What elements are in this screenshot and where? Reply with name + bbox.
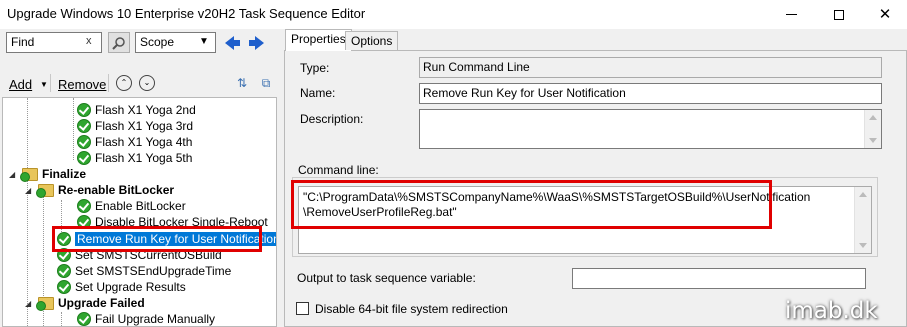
disable-redirection-label: Disable 64-bit file system redirection <box>315 302 508 316</box>
search-button[interactable] <box>108 32 130 53</box>
toolbar-divider <box>50 74 51 92</box>
watermark: imab.dk <box>785 298 878 324</box>
folder-icon <box>20 167 38 182</box>
scroll-down-icon <box>869 138 877 143</box>
move-up-button[interactable]: ⌃ <box>116 75 132 91</box>
tree-guide <box>73 98 74 160</box>
tab-properties[interactable]: Properties <box>285 29 352 51</box>
tree-group-re-enable-bitlocker[interactable]: ◢ Re-enable BitLocker <box>25 182 174 198</box>
toolbar-divider <box>108 74 109 92</box>
type-label: Type: <box>300 61 330 75</box>
check-icon <box>77 119 91 133</box>
chevron-down-icon: ⌄ <box>143 78 151 87</box>
tab-options[interactable]: Options <box>345 31 399 50</box>
remove-button[interactable]: Remove <box>58 77 106 92</box>
tree-item[interactable]: Flash X1 Yoga 5th <box>77 150 192 166</box>
collapse-icon[interactable]: ◢ <box>9 170 19 179</box>
highlight-box <box>52 226 262 252</box>
tree-item[interactable]: Flash X1 Yoga 4th <box>77 134 192 150</box>
arrow-right-icon <box>254 35 264 50</box>
minimize-icon <box>785 14 797 15</box>
tree-item[interactable]: Flash X1 Yoga 3rd <box>77 118 193 134</box>
check-icon <box>57 280 71 294</box>
sort-icon[interactable]: ⇅ <box>234 75 250 91</box>
minimize-button[interactable] <box>768 0 814 29</box>
output-variable-field[interactable] <box>572 268 866 289</box>
highlight-box <box>291 180 772 229</box>
next-match-button[interactable] <box>246 32 266 53</box>
check-icon <box>57 264 71 278</box>
chevron-down-icon: ▼ <box>40 80 48 89</box>
collapse-icon[interactable]: ◢ <box>25 186 35 195</box>
name-label: Name: <box>300 86 336 100</box>
check-icon <box>77 151 91 165</box>
output-variable-label: Output to task sequence variable: <box>297 271 476 285</box>
task-sequence-tree[interactable]: Flash X1 Yoga 2nd Flash X1 Yoga 3rd Flas… <box>2 97 277 327</box>
maximize-icon <box>834 9 844 20</box>
description-label: Description: <box>300 112 364 126</box>
tree-guide <box>27 98 28 326</box>
tree-item[interactable]: Set Upgrade Results <box>57 279 186 295</box>
disable-redirection-checkbox[interactable] <box>296 302 309 315</box>
scrollbar[interactable] <box>854 187 871 253</box>
scroll-down-icon <box>859 243 867 248</box>
group-icon[interactable]: ⧉ <box>258 75 274 91</box>
scrollbar[interactable] <box>864 110 881 148</box>
tree-group-finalize[interactable]: ◢ Finalize <box>9 166 86 182</box>
close-button[interactable]: ✕ <box>862 0 907 29</box>
check-icon <box>77 103 91 117</box>
close-icon: ✕ <box>878 6 892 23</box>
chevron-up-icon: ⌃ <box>120 78 128 87</box>
arrow-left-icon <box>224 35 234 50</box>
chevron-down-icon: ▼ <box>199 36 209 47</box>
window-title: Upgrade Windows 10 Enterprise v20H2 Task… <box>7 6 366 21</box>
tree-item[interactable]: Fail Upgrade Manually <box>77 311 215 326</box>
search-icon <box>112 36 125 50</box>
collapse-icon[interactable]: ◢ <box>25 299 35 308</box>
scroll-up-icon <box>869 115 877 120</box>
move-down-button[interactable]: ⌄ <box>139 75 155 91</box>
check-icon <box>77 199 91 213</box>
search-clear-button[interactable]: x <box>86 35 92 47</box>
command-line-label: Command line: <box>298 163 379 177</box>
check-icon <box>77 312 91 326</box>
folder-icon <box>36 183 54 198</box>
tree-group-upgrade-failed[interactable]: ◢ Upgrade Failed <box>25 295 145 311</box>
maximize-button[interactable] <box>816 0 862 29</box>
add-menu-button[interactable]: Add <box>9 77 32 92</box>
type-field: Run Command Line <box>419 57 882 78</box>
name-field[interactable]: Remove Run Key for User Notification <box>419 83 882 104</box>
description-field[interactable] <box>419 109 882 149</box>
tree-guide <box>61 312 62 326</box>
folder-icon <box>36 296 54 311</box>
previous-match-button[interactable] <box>222 32 242 53</box>
check-icon <box>77 135 91 149</box>
tree-item[interactable]: Enable BitLocker <box>77 198 186 214</box>
tree-item[interactable]: Set SMSTSEndUpgradeTime <box>57 263 231 279</box>
scroll-up-icon <box>859 192 867 197</box>
tree-item[interactable]: Flash X1 Yoga 2nd <box>77 102 196 118</box>
